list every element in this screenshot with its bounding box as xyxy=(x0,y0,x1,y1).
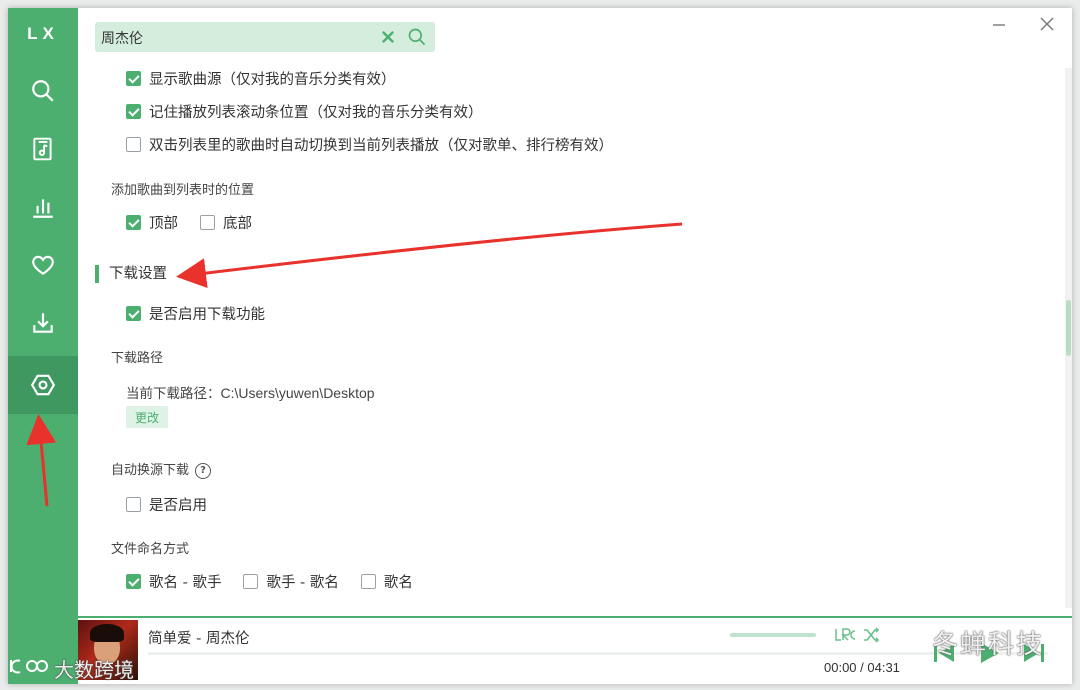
option-enable-download[interactable]: 是否启用下载功能 xyxy=(126,303,265,324)
checkbox-top[interactable] xyxy=(126,215,141,230)
sidebar-item-settings[interactable] xyxy=(8,356,78,414)
sidebar-item-search[interactable] xyxy=(8,62,78,120)
sidebar: LX xyxy=(8,8,78,684)
brand-logo-icon xyxy=(10,659,48,674)
option-label: 是否启用下载功能 xyxy=(149,307,265,323)
download-icon xyxy=(33,313,53,333)
checkbox[interactable] xyxy=(126,497,141,512)
change-path-button[interactable]: 更改 xyxy=(126,406,168,428)
option-dblclick-switch[interactable]: 双击列表里的歌曲时自动切换到当前列表播放（仅对歌单、排行榜有效） xyxy=(126,134,613,155)
download-path-title: 下载路径 xyxy=(111,351,164,366)
watermark-right: 冬蝉科技 xyxy=(888,624,1044,661)
option-remember-scroll[interactable]: 记住播放列表滚动条位置（仅对我的音乐分类有效） xyxy=(126,101,483,122)
checkbox[interactable] xyxy=(126,306,141,321)
track-title: 简单爱 - 周杰伦 xyxy=(148,631,250,647)
naming-title: 文件命名方式 xyxy=(111,542,190,557)
auto-switch-title: 自动换源下载? xyxy=(111,459,212,479)
settings-panel: 显示歌曲源（仅对我的音乐分类有效） 记住播放列表滚动条位置（仅对我的音乐分类有效… xyxy=(78,8,1072,618)
checkbox-bottom[interactable] xyxy=(200,215,215,230)
settings-hexagon-icon xyxy=(30,374,56,396)
download-path-value: C:\Users\yuwen\Desktop xyxy=(220,385,375,401)
download-path: 当前下载路径：C:\Users\yuwen\Desktop xyxy=(126,382,375,402)
auto-switch-title-text: 自动换源下载 xyxy=(111,463,190,478)
close-window-icon[interactable] xyxy=(1040,17,1054,31)
option-auto-switch[interactable]: 是否启用 xyxy=(126,494,207,515)
scrollbar-thumb[interactable] xyxy=(1066,300,1071,356)
add-position-options: 顶部 底部 xyxy=(126,212,252,233)
heart-icon xyxy=(32,255,54,275)
checkbox[interactable] xyxy=(126,71,141,86)
minimize-icon[interactable] xyxy=(992,18,1006,32)
option-label: 双击列表里的歌曲时自动切换到当前列表播放（仅对歌单、排行榜有效） xyxy=(149,138,613,154)
option-label: 是否启用 xyxy=(149,498,207,514)
option-label-name-artist[interactable]: 歌名 - 歌手 xyxy=(149,571,221,592)
checkbox[interactable] xyxy=(126,137,141,152)
cover-hair xyxy=(90,624,124,642)
search-input[interactable] xyxy=(99,22,373,54)
add-position-title: 添加歌曲到列表时的位置 xyxy=(111,183,255,198)
watermark-left: 大数跨境 xyxy=(8,654,134,683)
option-label-bottom[interactable]: 底部 xyxy=(223,212,252,233)
sidebar-item-my-list[interactable] xyxy=(8,236,78,294)
watermark-left-text: 大数跨境 xyxy=(54,658,134,682)
sidebar-item-download[interactable] xyxy=(8,294,78,352)
volume-slider[interactable] xyxy=(730,633,816,637)
option-label-name-only[interactable]: 歌名 xyxy=(384,571,413,592)
checkbox-name-only[interactable] xyxy=(360,574,376,589)
app-logo: LX xyxy=(27,24,59,43)
bar-chart-icon xyxy=(33,199,53,218)
option-label-artist-name[interactable]: 歌手 - 歌名 xyxy=(266,571,338,592)
wechat-icon xyxy=(889,627,921,650)
sidebar-item-leaderboard[interactable] xyxy=(8,178,78,236)
checkbox[interactable] xyxy=(126,104,141,119)
checkbox-name-artist[interactable] xyxy=(126,574,141,589)
watermark-right-text: 冬蝉科技 xyxy=(932,630,1045,660)
download-section-title: 下载设置 xyxy=(95,265,167,283)
checkbox-artist-name[interactable] xyxy=(243,574,259,589)
option-label: 显示歌曲源（仅对我的音乐分类有效） xyxy=(149,72,396,88)
search-icon xyxy=(32,80,54,102)
sidebar-item-song-list[interactable] xyxy=(8,120,78,178)
close-icon[interactable] xyxy=(379,28,397,46)
scrollbar[interactable] xyxy=(1065,68,1072,608)
lyrics-icon[interactable] xyxy=(834,626,856,644)
download-path-label: 当前下载路径： xyxy=(126,386,221,402)
option-show-source[interactable]: 显示歌曲源（仅对我的音乐分类有效） xyxy=(126,68,396,89)
option-label: 记住播放列表滚动条位置（仅对我的音乐分类有效） xyxy=(149,105,483,121)
naming-options: 歌名 - 歌手 歌手 - 歌名 歌名 xyxy=(126,571,413,592)
music-file-icon xyxy=(33,137,52,161)
help-icon[interactable]: ? xyxy=(195,462,212,479)
time-display: 00:00 / 04:31 xyxy=(824,660,900,675)
search-bar xyxy=(95,22,435,54)
search-icon[interactable] xyxy=(407,27,427,47)
app-window: LX 显示歌曲源（仅对我的音乐分类有效） xyxy=(8,8,1072,684)
shuffle-icon[interactable] xyxy=(862,626,880,644)
option-label-top[interactable]: 顶部 xyxy=(149,212,178,233)
